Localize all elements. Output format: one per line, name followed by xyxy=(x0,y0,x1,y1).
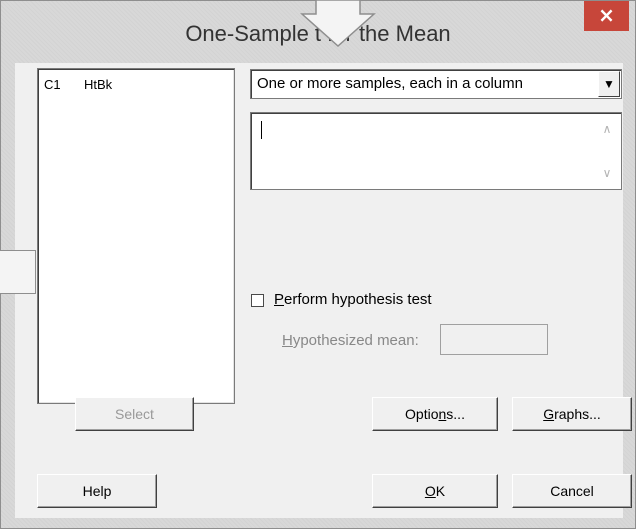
variable-list[interactable]: C1 HtBk xyxy=(37,68,235,404)
scroll-up-icon[interactable]: ∧ xyxy=(599,121,615,137)
sample-columns-input[interactable]: ∧ ∨ xyxy=(250,112,622,190)
scroll-down-icon[interactable]: ∨ xyxy=(599,165,615,181)
variable-list-item[interactable]: C1 HtBk xyxy=(44,77,112,92)
side-arrow-icon xyxy=(0,250,36,294)
ok-button[interactable]: OK xyxy=(372,474,498,508)
down-arrow-icon xyxy=(300,0,376,48)
chevron-down-icon[interactable]: ▼ xyxy=(598,71,620,97)
close-button[interactable]: × xyxy=(584,1,629,31)
sample-mode-dropdown[interactable]: One or more samples, each in a column ▼ xyxy=(250,69,622,99)
variable-name: HtBk xyxy=(84,77,113,92)
variable-column-id: C1 xyxy=(44,77,61,92)
hypothesized-mean-field[interactable] xyxy=(440,324,548,355)
hypothesized-mean-label: Hypothesized mean: xyxy=(282,332,419,349)
graphs-button[interactable]: Graphs... xyxy=(512,397,632,431)
options-button[interactable]: Options... xyxy=(372,397,498,431)
help-button[interactable]: Help xyxy=(37,474,157,508)
hypothesis-test-checkbox[interactable] xyxy=(251,294,264,307)
text-caret xyxy=(261,121,262,139)
hypothesized-mean-label-rest: ypothesized mean: xyxy=(292,332,419,349)
cancel-button[interactable]: Cancel xyxy=(512,474,632,508)
sample-mode-value: One or more samples, each in a column xyxy=(257,75,523,92)
select-button[interactable]: Select xyxy=(75,397,194,431)
hypothesis-test-label[interactable]: Perform hypothesis test xyxy=(274,291,432,308)
hypothesis-test-label-rest: erform hypothesis test xyxy=(284,291,432,308)
